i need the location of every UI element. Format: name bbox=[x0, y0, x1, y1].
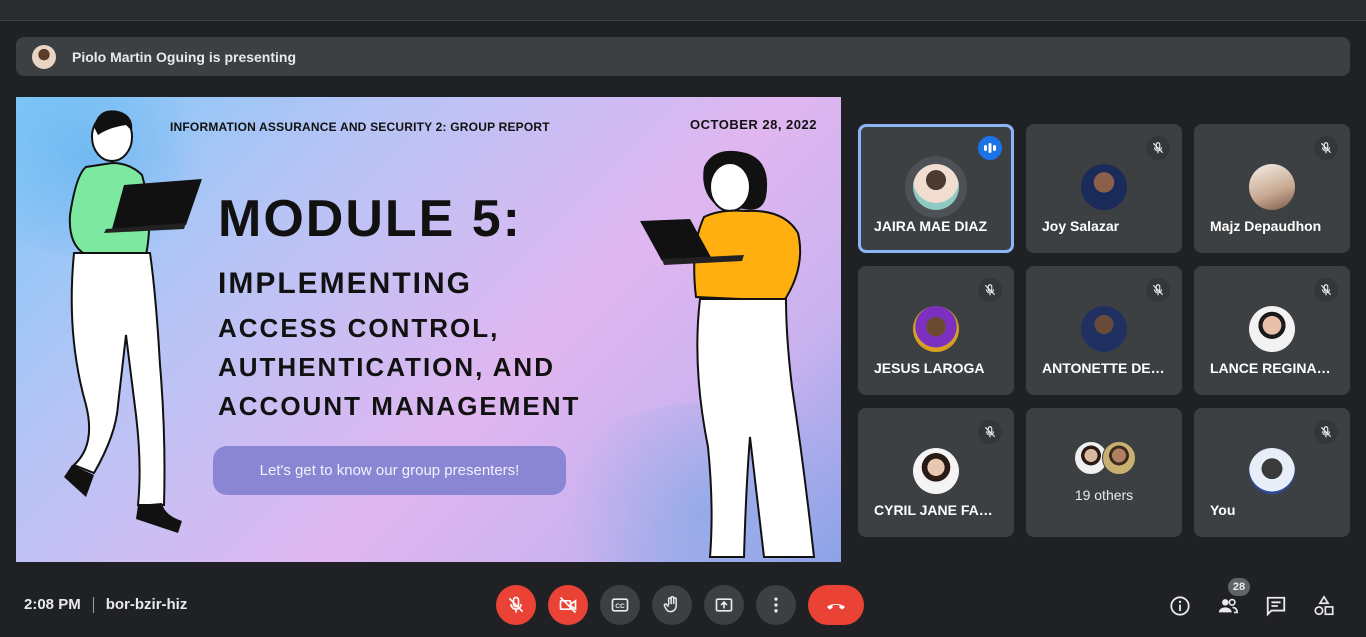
participant-tile[interactable]: JAIRA MAE DIAZ bbox=[858, 124, 1014, 253]
end-call-button[interactable] bbox=[808, 585, 864, 625]
slide-subtitle-line: IMPLEMENTING bbox=[218, 267, 472, 300]
man-with-laptop-illustration bbox=[64, 110, 202, 533]
presenting-text: Piolo Martin Oguing is presenting bbox=[72, 48, 297, 65]
captions-button[interactable]: CC bbox=[600, 585, 640, 625]
camera-toggle-button[interactable] bbox=[548, 585, 588, 625]
participant-tile-self[interactable]: You bbox=[1194, 408, 1350, 537]
participant-name: Joy Salazar bbox=[1042, 218, 1120, 234]
participant-tile[interactable]: Joy Salazar bbox=[1026, 124, 1182, 253]
avatar bbox=[1081, 164, 1127, 210]
presentation-slide[interactable]: INFORMATION ASSURANCE AND SECURITY 2: GR… bbox=[16, 97, 841, 562]
present-screen-button[interactable] bbox=[704, 585, 744, 625]
people-count-badge: 28 bbox=[1228, 578, 1250, 596]
participant-name: You bbox=[1210, 502, 1236, 518]
participant-name: JESUS LAROGA bbox=[874, 360, 985, 376]
slide-cta-button: Let's get to know our group presenters! bbox=[213, 446, 566, 495]
mic-toggle-button[interactable] bbox=[496, 585, 536, 625]
participant-tile[interactable]: LANCE REGINAL... bbox=[1194, 266, 1350, 395]
participant-tile[interactable]: CYRIL JANE FAB... bbox=[858, 408, 1014, 537]
presenter-avatar bbox=[32, 44, 56, 69]
avatar bbox=[1102, 441, 1136, 475]
activities-icon bbox=[1314, 595, 1334, 616]
avatar bbox=[1249, 448, 1295, 494]
mic-muted-icon bbox=[1314, 136, 1338, 160]
others-count-label: 19 others bbox=[1074, 487, 1134, 503]
speaking-indicator-icon bbox=[978, 136, 1002, 160]
slide-subtitle-line: ACCOUNT MANAGEMENT bbox=[218, 391, 581, 421]
slide-header: INFORMATION ASSURANCE AND SECURITY 2: GR… bbox=[170, 120, 550, 134]
mic-muted-icon bbox=[1146, 136, 1170, 160]
slide-title: MODULE 5: bbox=[218, 190, 522, 248]
woman-with-laptop-illustration bbox=[640, 150, 816, 558]
avatar bbox=[1249, 306, 1295, 352]
top-bar bbox=[0, 0, 1366, 21]
avatar bbox=[913, 448, 959, 494]
mic-muted-icon bbox=[978, 420, 1002, 444]
mic-muted-icon bbox=[1314, 278, 1338, 302]
chat-icon bbox=[1266, 596, 1286, 617]
slide-subtitle-line: AUTHENTICATION, AND bbox=[218, 352, 555, 382]
captions-icon: CC bbox=[611, 598, 629, 612]
participant-name: LANCE REGINAL... bbox=[1210, 360, 1336, 376]
participant-tile[interactable]: 19 others bbox=[1026, 408, 1182, 537]
raise-hand-button[interactable] bbox=[652, 585, 692, 625]
participant-tile[interactable]: ANTONETTE DEL... bbox=[1026, 266, 1182, 395]
info-icon bbox=[1170, 596, 1190, 616]
camera-off-icon bbox=[559, 596, 577, 614]
slide-subtitle-line: ACCESS CONTROL, bbox=[218, 313, 500, 343]
avatar bbox=[1081, 306, 1127, 352]
avatar bbox=[913, 306, 959, 352]
mic-muted-icon bbox=[1314, 420, 1338, 444]
participant-tile[interactable]: JESUS LAROGA bbox=[858, 266, 1014, 395]
chat-button[interactable] bbox=[1264, 594, 1288, 618]
participant-tile[interactable]: Majz Depaudhon bbox=[1194, 124, 1350, 253]
svg-text:CC: CC bbox=[615, 603, 625, 610]
meeting-time: 2:08 PM bbox=[24, 596, 81, 613]
avatar bbox=[1249, 164, 1295, 210]
end-call-icon bbox=[827, 604, 845, 610]
more-options-icon bbox=[774, 597, 778, 613]
mic-off-icon bbox=[508, 596, 524, 613]
participant-name: Majz Depaudhon bbox=[1210, 218, 1322, 234]
raise-hand-icon bbox=[663, 595, 677, 613]
people-icon bbox=[1218, 598, 1238, 614]
mic-muted-icon bbox=[978, 278, 1002, 302]
more-options-button[interactable] bbox=[756, 585, 796, 625]
meeting-code: bor-bzir-hiz bbox=[105, 596, 188, 613]
presenting-banner: Piolo Martin Oguing is presenting bbox=[16, 37, 1350, 76]
divider bbox=[92, 596, 94, 613]
avatar bbox=[913, 164, 959, 210]
mic-muted-icon bbox=[1146, 278, 1170, 302]
slide-date: OCTOBER 28, 2022 bbox=[690, 117, 817, 132]
participant-name: ANTONETTE DEL... bbox=[1042, 360, 1168, 376]
participant-name: CYRIL JANE FAB... bbox=[874, 502, 1000, 518]
activities-button[interactable] bbox=[1312, 594, 1336, 618]
others-avatars bbox=[1074, 441, 1136, 475]
meeting-info: 2:08 PM bor-bzir-hiz bbox=[24, 596, 187, 613]
people-button[interactable] bbox=[1216, 594, 1240, 618]
participant-name: JAIRA MAE DIAZ bbox=[874, 218, 988, 234]
meeting-details-button[interactable] bbox=[1168, 594, 1192, 618]
present-icon bbox=[715, 598, 733, 612]
